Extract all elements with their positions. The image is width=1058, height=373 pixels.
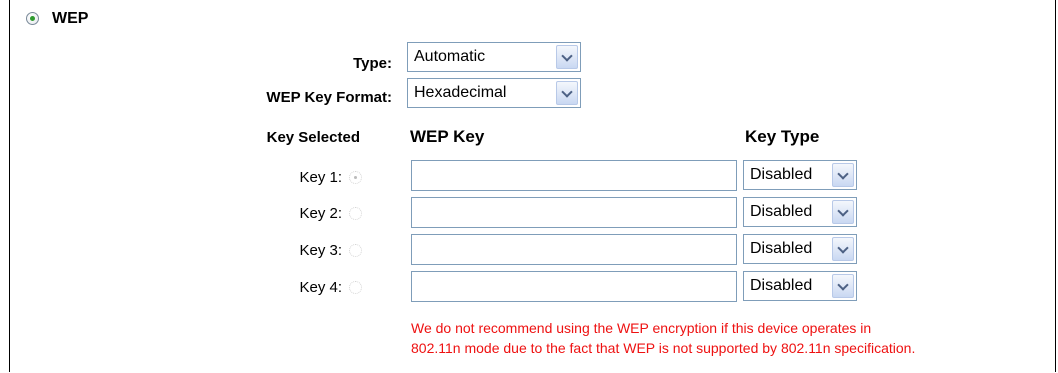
key-selected-header: Key Selected: [266, 129, 360, 146]
type-select-value: Automatic: [414, 48, 486, 65]
key-4-type-value: Disabled: [750, 277, 813, 294]
key-4-type-select[interactable]: Disabled: [743, 271, 857, 301]
wep-key-format-select[interactable]: Hexadecimal: [407, 78, 581, 108]
key-4-label: Key 4:: [299, 279, 342, 296]
chevron-down-icon[interactable]: [556, 81, 578, 105]
key-2-radio[interactable]: [349, 207, 362, 220]
key-1-label: Key 1:: [299, 169, 342, 186]
type-select[interactable]: Automatic: [407, 42, 581, 72]
key-4-input[interactable]: [411, 271, 737, 302]
key-1-radio[interactable]: [349, 171, 362, 184]
key-3-radio[interactable]: [349, 244, 362, 257]
chevron-down-icon[interactable]: [832, 237, 854, 261]
wep-key-format-value: Hexadecimal: [414, 84, 507, 101]
key-2-input[interactable]: [411, 197, 737, 228]
wep-warning-line-2: 802.11n mode due to the fact that WEP is…: [411, 340, 916, 356]
type-label: Type:: [353, 55, 392, 72]
wep-warning: We do not recommend using the WEP encryp…: [411, 318, 915, 358]
key-1-input[interactable]: [411, 160, 737, 191]
chevron-down-icon[interactable]: [832, 163, 854, 187]
chevron-down-icon[interactable]: [556, 45, 578, 69]
wep-warning-line-1: We do not recommend using the WEP encryp…: [411, 320, 872, 336]
key-type-header: Key Type: [745, 127, 820, 146]
wep-key-format-label: WEP Key Format:: [266, 89, 392, 106]
key-2-type-value: Disabled: [750, 203, 813, 220]
section-title: WEP: [52, 10, 89, 27]
key-2-type-select[interactable]: Disabled: [743, 197, 857, 227]
key-1-type-select[interactable]: Disabled: [743, 160, 857, 190]
key-2-label: Key 2:: [299, 205, 342, 222]
key-3-type-select[interactable]: Disabled: [743, 234, 857, 264]
wep-radio-button[interactable]: [26, 12, 39, 25]
key-1-type-value: Disabled: [750, 166, 813, 183]
chevron-down-icon[interactable]: [832, 200, 854, 224]
key-3-input[interactable]: [411, 234, 737, 265]
key-3-type-value: Disabled: [750, 240, 813, 257]
chevron-down-icon[interactable]: [832, 274, 854, 298]
wep-key-header: WEP Key: [410, 127, 485, 146]
key-4-radio[interactable]: [349, 281, 362, 294]
key-3-label: Key 3:: [299, 242, 342, 259]
